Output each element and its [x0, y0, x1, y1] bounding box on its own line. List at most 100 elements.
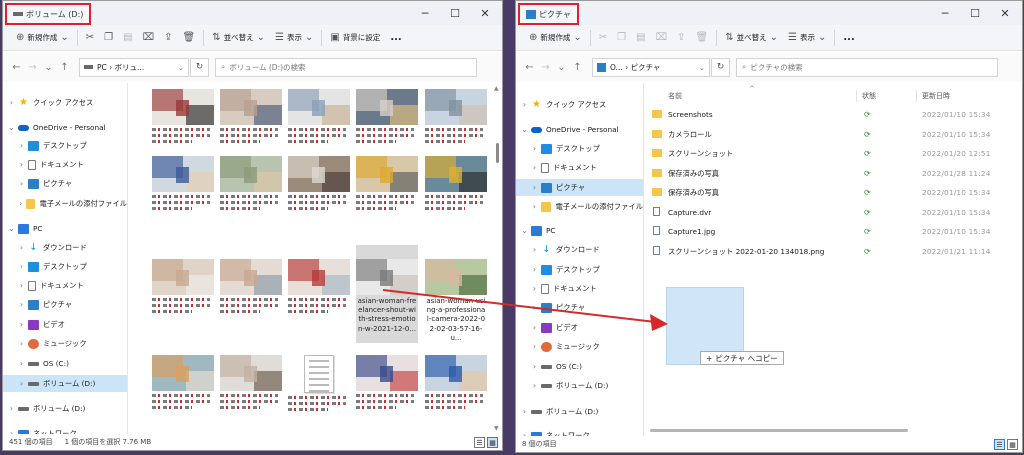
chevron-right-icon[interactable]: ›	[530, 284, 539, 293]
chevron-right-icon[interactable]: ›	[530, 202, 539, 211]
view-button[interactable]: ☰ 表示 ⌄	[783, 27, 831, 49]
sidebar-item[interactable]: › デスクトップ	[3, 258, 127, 275]
chevron-right-icon[interactable]: ›	[530, 245, 539, 254]
chevron-down-icon[interactable]: ⌄	[7, 224, 16, 233]
address-bar[interactable]: PC › ボリュ... ⌄	[79, 57, 189, 77]
maximize-button[interactable]: ☐	[960, 1, 990, 25]
sidebar-item[interactable]: › ピクチャ	[516, 299, 643, 316]
details-view-button[interactable]: ☰	[994, 439, 1005, 450]
sidebar-item[interactable]: › 電子メールの添付ファイル	[516, 198, 643, 215]
image-file-tile[interactable]: asian-woman-using-a-professional-camera-…	[425, 259, 487, 343]
sidebar-item[interactable]: › ★ クイック アクセス	[3, 94, 127, 111]
copy-button[interactable]: ❐	[612, 27, 631, 49]
chevron-right-icon[interactable]: ›	[530, 362, 539, 371]
share-button[interactable]: ⇪	[159, 27, 177, 49]
chevron-right-icon[interactable]: ›	[17, 359, 26, 368]
large-icons-view-button[interactable]: ▦	[1007, 439, 1018, 450]
search-input[interactable]: ⌕ ピクチャの検索	[736, 57, 998, 77]
image-file-tile[interactable]	[356, 89, 418, 143]
sidebar-item[interactable]: › ドキュメント	[516, 280, 643, 297]
more-button[interactable]: ...	[385, 27, 406, 49]
folder-row[interactable]: カメラロール ⟳ 2022/01/10 15:34	[646, 125, 1022, 144]
folder-row[interactable]: スクリーンショット ⟳ 2022/01/20 12:51	[646, 144, 1022, 163]
chevron-down-icon[interactable]: ⌄	[520, 226, 529, 235]
title-bar[interactable]: ボリューム (D:) ─ ☐ ✕	[3, 1, 502, 25]
image-file-tile[interactable]	[152, 355, 214, 409]
image-file-tile[interactable]	[220, 156, 282, 210]
chevron-down-icon[interactable]: ⌄	[520, 125, 529, 134]
image-file-tile[interactable]	[220, 89, 282, 143]
sidebar-item[interactable]: › ボリューム (D:)	[516, 377, 643, 394]
sidebar-item[interactable]: › デスクトップ	[516, 261, 643, 278]
chevron-right-icon[interactable]: ›	[17, 179, 26, 188]
sidebar-item[interactable]: ⌄ OneDrive - Personal	[3, 119, 127, 136]
image-file-tile[interactable]	[220, 355, 282, 409]
sidebar-item[interactable]: › ボリューム (D:)	[516, 403, 643, 420]
chevron-right-icon[interactable]: ›	[17, 339, 26, 348]
image-file-tile[interactable]: asian-woman-freelancer-shout-with-stress…	[356, 245, 418, 343]
chevron-right-icon[interactable]: ›	[530, 163, 539, 172]
image-file-tile[interactable]	[425, 89, 487, 143]
view-button[interactable]: ☰ 表示 ⌄	[270, 27, 318, 49]
chevron-right-icon[interactable]: ›	[530, 303, 539, 312]
chevron-right-icon[interactable]: ›	[530, 183, 539, 192]
chevron-right-icon[interactable]: ›	[17, 320, 26, 329]
folder-row[interactable]: Screenshots ⟳ 2022/01/10 15:34	[646, 105, 1022, 124]
up-arrow-icon[interactable]: ↑	[570, 62, 585, 73]
scroll-up-icon[interactable]: ▲	[494, 85, 499, 92]
chevron-right-icon[interactable]: ›	[17, 160, 26, 169]
large-icons-view-button[interactable]: ▦	[487, 437, 498, 448]
image-file-tile[interactable]	[356, 355, 418, 409]
close-button[interactable]: ✕	[990, 1, 1020, 25]
up-arrow-icon[interactable]: ↑	[57, 62, 72, 73]
column-name[interactable]: 名前	[668, 91, 682, 101]
sidebar-item[interactable]: › ↓ ダウンロード	[3, 239, 127, 256]
forward-arrow-icon[interactable]: →	[538, 62, 553, 73]
sidebar-item[interactable]: › ミュージック	[3, 335, 127, 352]
recent-chevron-icon[interactable]: ⌄	[41, 62, 56, 73]
folder-row[interactable]: 保存済みの写真 ⟳ 2022/01/28 11:24	[646, 164, 1022, 183]
sidebar-item[interactable]: › ↓ ダウンロード	[516, 241, 643, 258]
file-row[interactable]: Capture1.jpg ⟳ 2022/01/10 15:34	[646, 222, 1022, 241]
sidebar-item[interactable]: › OS (C:)	[516, 358, 643, 375]
image-file-tile[interactable]	[288, 259, 350, 313]
recent-chevron-icon[interactable]: ⌄	[554, 62, 569, 73]
chevron-right-icon[interactable]: ›	[530, 323, 539, 332]
sort-button[interactable]: ⇅ 並べ替え ⌄	[720, 27, 783, 49]
image-file-tile[interactable]	[152, 156, 214, 210]
chevron-right-icon[interactable]: ›	[17, 243, 26, 252]
chevron-right-icon[interactable]: ›	[530, 381, 539, 390]
horizontal-scrollbar[interactable]	[650, 429, 1018, 433]
address-bar[interactable]: O... › ピクチャ ⌄	[592, 57, 710, 77]
sidebar-item[interactable]: › OS (C:)	[3, 355, 127, 372]
sidebar-item[interactable]: › デスクトップ	[3, 137, 127, 154]
rename-button[interactable]: ⌧	[651, 27, 673, 49]
image-file-tile[interactable]	[288, 156, 350, 210]
image-file-tile[interactable]	[152, 259, 214, 313]
delete-button[interactable]: 🗑	[691, 27, 714, 49]
sidebar-item[interactable]: › ボリューム (D:)	[3, 400, 127, 417]
image-file-tile[interactable]	[288, 89, 350, 143]
cut-button[interactable]: ✂	[594, 27, 612, 49]
back-arrow-icon[interactable]: ←	[9, 62, 24, 73]
document-file-tile[interactable]	[288, 355, 350, 411]
chevron-right-icon[interactable]: ›	[7, 98, 16, 107]
sidebar-item[interactable]: › ドキュメント	[3, 156, 127, 173]
sidebar-item[interactable]: › ★ クイック アクセス	[516, 96, 643, 113]
image-file-tile[interactable]	[425, 355, 487, 409]
details-view-button[interactable]: ☰	[474, 437, 485, 448]
paste-button[interactable]: ▤	[118, 27, 137, 49]
chevron-right-icon[interactable]: ›	[17, 379, 26, 388]
new-button[interactable]: ⊕ 新規作成 ⌄	[524, 27, 587, 49]
sidebar-item[interactable]: › 電子メールの添付ファイル	[3, 195, 127, 212]
close-button[interactable]: ✕	[470, 1, 500, 25]
scroll-down-icon[interactable]: ▼	[494, 425, 499, 432]
search-input[interactable]: ⌕ ボリューム (D:)の検索	[215, 57, 477, 77]
sidebar-item[interactable]: ⌄ PC	[3, 220, 127, 237]
image-file-tile[interactable]	[220, 259, 282, 313]
more-button[interactable]: ...	[838, 27, 859, 49]
column-modified[interactable]: 更新日時	[922, 91, 950, 101]
vertical-scrollbar[interactable]: ▲ ▼	[494, 83, 500, 434]
sidebar-item[interactable]: › ビデオ	[3, 316, 127, 333]
sidebar-item[interactable]: › デスクトップ	[516, 140, 643, 157]
